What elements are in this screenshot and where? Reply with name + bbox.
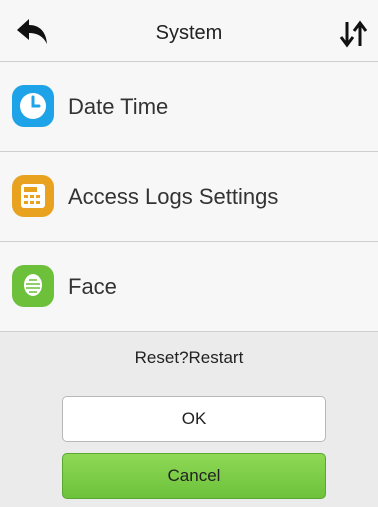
menu-item-access-logs-settings[interactable]: Access Logs Settings [0,152,378,242]
menu-item-face[interactable]: Face [0,242,378,332]
face-icon [12,265,54,307]
cancel-button[interactable]: Cancel [62,453,326,499]
sort-button[interactable] [338,20,370,48]
reset-dialog: Reset?Restart OK Cancel [0,332,378,507]
menu-item-label: Access Logs Settings [68,184,279,209]
ok-button[interactable]: OK [62,396,326,442]
clock-icon [12,85,54,127]
menu-item-label: Date Time [68,94,169,119]
page-title: System [155,22,223,44]
menu-item-date-time[interactable]: Date Time [0,62,378,152]
logs-icon [12,175,54,217]
menu-item-label: Face [68,274,117,299]
dialog-title: Reset?Restart [134,348,244,367]
sort-arrows-icon [339,20,368,48]
header-bar: System [0,0,378,62]
